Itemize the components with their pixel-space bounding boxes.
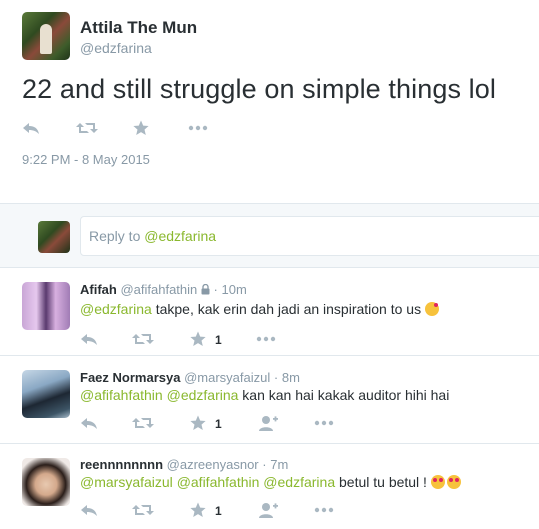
mention-link[interactable]: @afifahfathin: [80, 387, 163, 403]
reply-tweet[interactable]: Faez Normarsya @marsyafaizul · 8m @afifa…: [0, 356, 539, 444]
avatar: [38, 221, 70, 253]
reply-time[interactable]: 10m: [222, 282, 247, 297]
favorite-icon[interactable]: [190, 331, 206, 347]
favorite-icon[interactable]: [133, 120, 149, 136]
reply-time[interactable]: 7m: [270, 457, 288, 472]
retweet-icon[interactable]: [132, 415, 154, 431]
heart-eyes-emoji-icon: [446, 475, 461, 489]
user-name[interactable]: Attila The Mun: [80, 18, 197, 38]
retweet-icon[interactable]: [132, 331, 154, 347]
reply-icon[interactable]: [80, 331, 98, 347]
favorite-count: 1: [215, 333, 222, 347]
reply-tweet[interactable]: reennnnnnnn @azreenyasnor · 7m @marsyafa…: [0, 444, 539, 529]
reply-actions: 1: [80, 331, 340, 349]
tweet-text: 22 and still struggle on simple things l…: [22, 74, 496, 104]
reply-body: kan kan hai kakak auditor hihi hai: [238, 387, 450, 403]
reply-user-name[interactable]: Faez Normarsya: [80, 370, 180, 385]
more-icon[interactable]: [256, 331, 276, 347]
reply-tweet[interactable]: Afifah @afifahfathin · 10m @edzfarina ta…: [0, 268, 539, 356]
reply-icon[interactable]: [80, 415, 98, 431]
kissing-heart-emoji-icon: [424, 302, 439, 316]
heart-eyes-emoji-icon: [430, 475, 445, 489]
reply-icon[interactable]: [80, 502, 98, 518]
favorite-count: 1: [215, 504, 222, 518]
reply-input[interactable]: Reply to @edzfarina: [80, 216, 539, 256]
reply-text: @afifahfathin @edzfarina kan kan hai kak…: [80, 387, 449, 403]
mention-link[interactable]: @edzfarina: [167, 387, 239, 403]
reply-user-handle[interactable]: @marsyafaizul: [184, 370, 270, 385]
reply-icon[interactable]: [22, 120, 40, 136]
lock-icon: [201, 284, 210, 295]
follow-user-icon[interactable]: [258, 415, 278, 431]
more-icon[interactable]: [314, 502, 334, 518]
reply-time[interactable]: 8m: [282, 370, 300, 385]
reply-actions: 1: [80, 502, 340, 520]
favorite-icon[interactable]: [190, 415, 206, 431]
reply-box: Reply to @edzfarina: [0, 203, 539, 268]
mention-link[interactable]: @marsyafaizul: [80, 474, 173, 490]
more-icon[interactable]: [188, 120, 208, 136]
reply-user-handle[interactable]: @afifahfathin: [120, 282, 197, 297]
follow-user-icon[interactable]: [258, 502, 278, 518]
reply-user-name[interactable]: Afifah: [80, 282, 117, 297]
reply-user-name[interactable]: reennnnnnnn: [80, 457, 163, 472]
avatar[interactable]: [22, 458, 70, 506]
reply-prefix: Reply to: [89, 228, 145, 244]
user-handle[interactable]: @edzfarina: [80, 40, 152, 56]
mention-link[interactable]: @afifahfathin: [177, 474, 260, 490]
reply-header: Afifah @afifahfathin · 10m: [80, 282, 247, 297]
mention-link[interactable]: @edzfarina: [80, 301, 152, 317]
favorite-icon[interactable]: [190, 502, 206, 518]
avatar[interactable]: [22, 282, 70, 330]
tweet-actions: [22, 120, 222, 138]
reply-body: betul tu betul !: [335, 474, 431, 490]
reply-text: @marsyafaizul @afifahfathin @edzfarina b…: [80, 474, 461, 490]
favorite-count: 1: [215, 417, 222, 431]
reply-body: takpe, kak erin dah jadi an inspiration …: [151, 301, 425, 317]
more-icon[interactable]: [314, 415, 334, 431]
reply-user-handle[interactable]: @azreenyasnor: [167, 457, 259, 472]
tweet-timestamp[interactable]: 9:22 PM - 8 May 2015: [22, 152, 150, 167]
reply-header: Faez Normarsya @marsyafaizul · 8m: [80, 370, 300, 385]
reply-mention: @edzfarina: [144, 228, 217, 244]
reply-header: reennnnnnnn @azreenyasnor · 7m: [80, 457, 289, 472]
avatar[interactable]: [22, 370, 70, 418]
retweet-icon[interactable]: [76, 120, 98, 136]
reply-actions: 1: [80, 415, 340, 433]
mention-link[interactable]: @edzfarina: [263, 474, 335, 490]
retweet-icon[interactable]: [132, 502, 154, 518]
main-tweet: Attila The Mun @edzfarina 22 and still s…: [0, 0, 539, 203]
avatar[interactable]: [22, 12, 70, 60]
reply-text: @edzfarina takpe, kak erin dah jadi an i…: [80, 301, 439, 317]
